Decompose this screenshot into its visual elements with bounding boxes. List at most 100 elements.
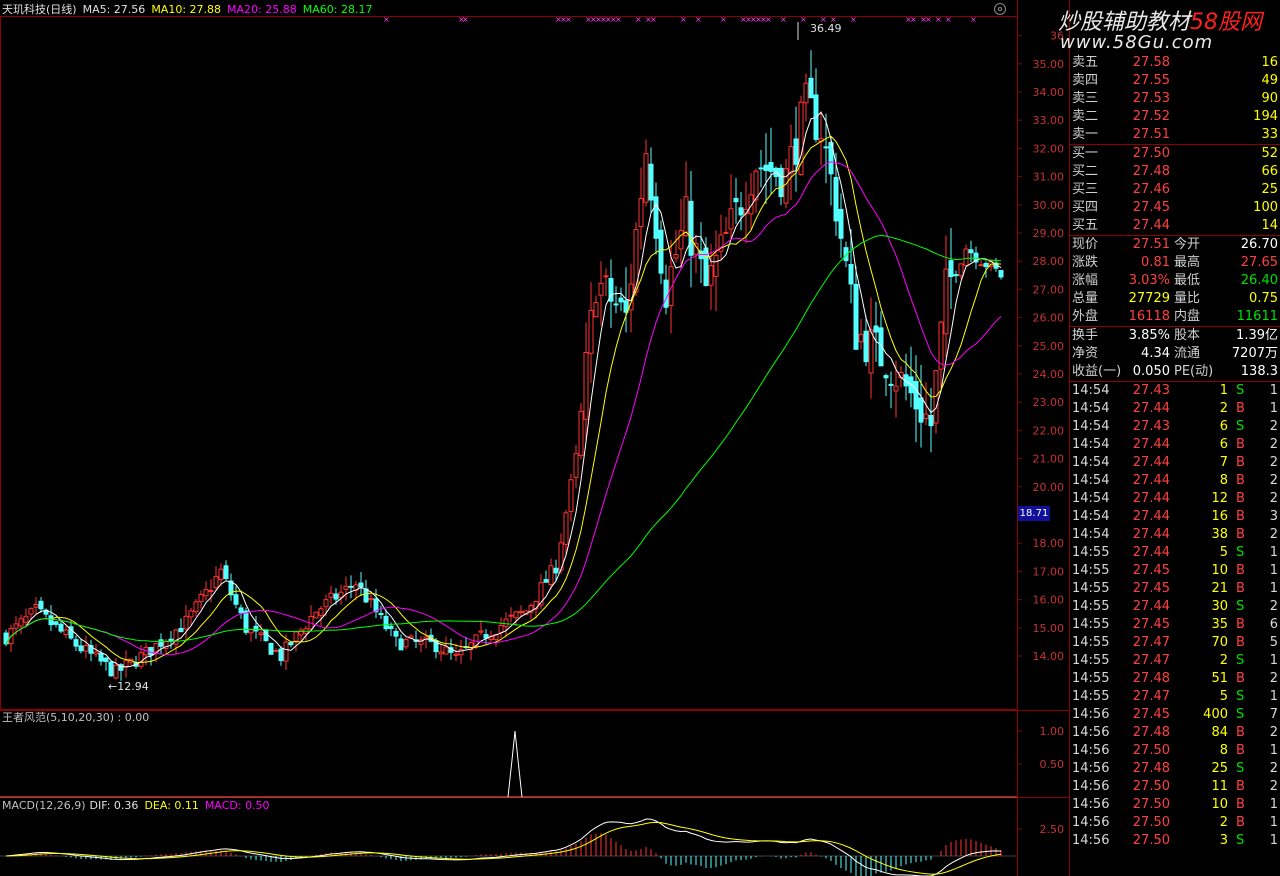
tick-count: 1 [1269, 401, 1278, 416]
tick-side: S [1236, 707, 1245, 722]
tick-side: B [1236, 725, 1245, 740]
candle-body [318, 608, 324, 616]
candle-body [298, 629, 304, 636]
quote-label: 总量 [1072, 291, 1099, 306]
ask-price: 27.53 [1132, 91, 1170, 106]
bid-row: 买四 27.45 100 [1070, 199, 1280, 217]
candle-body [343, 585, 349, 590]
stats-row: 收益(一) 0.050 PE(动) 138.3 [1070, 363, 1280, 381]
candle-body [953, 274, 959, 277]
candle-body [63, 629, 69, 635]
ask-volume: 49 [1261, 73, 1278, 88]
candle-body [998, 270, 1004, 278]
dea-value: DEA: 0.11 [144, 799, 199, 812]
bid-label: 买一 [1072, 146, 1099, 161]
price-tick-label: 30.00 [1033, 199, 1065, 212]
macd-tick-label: 2.50 [1040, 823, 1065, 836]
price-tick-label: 21.00 [1033, 453, 1065, 466]
tick-volume: 25 [1211, 761, 1228, 776]
signal-marker: × [615, 15, 622, 24]
stats-value: 0.050 [1132, 364, 1170, 379]
candle-body [498, 624, 504, 633]
tick-time: 14:56 [1072, 797, 1110, 812]
tick-time: 14:55 [1072, 581, 1110, 596]
bid-price: 27.44 [1132, 218, 1170, 233]
candle-body [948, 260, 954, 278]
ask-row: 卖五 27.58 16 [1070, 54, 1280, 72]
stats-label: 净资 [1072, 346, 1099, 361]
candle-body [378, 612, 384, 615]
signal-marker: × [680, 15, 687, 24]
quote-label: 内盘 [1174, 309, 1201, 324]
candle-body [513, 611, 519, 619]
tick-price: 27.44 [1132, 545, 1170, 560]
quote-value: 0.75 [1249, 291, 1278, 306]
tick-volume: 8 [1219, 473, 1228, 488]
price-tick-label: 22.00 [1033, 424, 1065, 437]
candles [3, 50, 1004, 681]
dif-value: DIF: 0.36 [89, 799, 139, 812]
candle-body [618, 297, 624, 303]
candle-body [793, 138, 799, 165]
tick-time: 14:54 [1072, 401, 1110, 416]
tick-row: 14:54 27.43 1 S 1 [1070, 382, 1280, 400]
ask-volume: 194 [1253, 109, 1278, 124]
bid-row: 买三 27.46 25 [1070, 181, 1280, 199]
signal-marker: × [650, 15, 657, 24]
price-tick-label: 24.00 [1033, 368, 1065, 381]
tick-price: 27.44 [1132, 401, 1170, 416]
tick-count: 2 [1269, 779, 1278, 794]
indicator1-spike [507, 730, 523, 798]
tick-volume: 5 [1219, 545, 1228, 560]
candle-body [563, 512, 569, 545]
signal-marker: × [935, 15, 942, 24]
signal-marker: × [850, 15, 857, 24]
tick-time: 14:54 [1072, 473, 1110, 488]
candle-body [518, 610, 524, 613]
tick-volume: 8 [1219, 743, 1228, 758]
tick-price: 27.43 [1132, 419, 1170, 434]
tick-volume: 6 [1219, 419, 1228, 434]
candle-body [313, 611, 319, 619]
tick-count: 2 [1269, 419, 1278, 434]
bid-label: 买三 [1072, 182, 1099, 197]
candle-body [663, 279, 669, 308]
candle-body [678, 230, 684, 250]
candle-body [808, 77, 814, 99]
tick-time: 14:55 [1072, 671, 1110, 686]
tick-volume: 84 [1211, 725, 1228, 740]
candle-body [323, 599, 329, 608]
quote-value: 11611 [1236, 309, 1278, 324]
quote-panel: 卖五 27.58 16 卖四 27.55 49 卖三 27.53 90 卖二 27.52 194 卖一 2… [1070, 54, 1280, 876]
close-icon[interactable] [994, 3, 1006, 15]
tick-volume: 6 [1219, 437, 1228, 452]
tick-side: S [1236, 833, 1245, 848]
quote-label: 外盘 [1072, 309, 1099, 324]
kline-chart[interactable]: 3635.0034.0033.0032.0031.0030.0029.0028.… [0, 0, 1070, 876]
tick-price: 27.45 [1132, 617, 1170, 632]
tick-row: 14:55 27.45 21 B 1 [1070, 580, 1280, 598]
tick-volume: 2 [1219, 653, 1228, 668]
candle-body [838, 208, 844, 239]
candle-body [223, 565, 229, 580]
bid-volume: 66 [1261, 164, 1278, 179]
candle-body [713, 254, 719, 277]
candle-body [588, 309, 594, 354]
candle-body [268, 642, 274, 655]
candle-body [723, 231, 729, 234]
candle-body [643, 153, 649, 203]
tick-side: B [1236, 779, 1245, 794]
ask-row: 卖四 27.55 49 [1070, 72, 1280, 90]
candle-body [78, 645, 84, 652]
tick-count: 1 [1269, 545, 1278, 560]
tick-price: 27.45 [1132, 563, 1170, 578]
candle-body [758, 167, 764, 170]
tick-side: B [1236, 455, 1245, 470]
tick-count: 2 [1269, 437, 1278, 452]
candle-body [613, 303, 619, 306]
tick-time: 14:56 [1072, 707, 1110, 722]
candle-body [98, 652, 104, 662]
candle-body [983, 262, 989, 268]
candle-body [28, 608, 34, 615]
tick-time: 14:56 [1072, 833, 1110, 848]
